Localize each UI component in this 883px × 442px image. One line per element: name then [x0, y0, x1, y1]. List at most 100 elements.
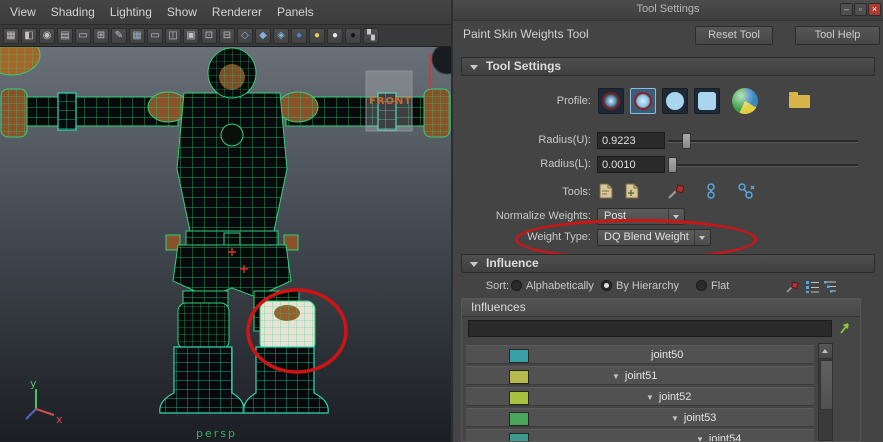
menu-shading[interactable]: Shading	[51, 5, 95, 19]
menu-lighting[interactable]: Lighting	[110, 5, 152, 19]
grease-pencil-icon[interactable]: ✎	[111, 27, 127, 44]
pan-zoom-icon[interactable]: ⊞	[93, 27, 109, 44]
menu-renderer[interactable]: Renderer	[212, 5, 262, 19]
radius-u-field[interactable]	[597, 132, 665, 149]
joint-row[interactable]: ▼ joint52	[466, 387, 814, 406]
brush-ring	[666, 92, 684, 110]
default-material-icon[interactable]: ●	[291, 27, 307, 44]
sort-alphabetically-label[interactable]: Alphabetically	[526, 278, 594, 294]
menu-view[interactable]: View	[10, 5, 36, 19]
chevron-down-icon[interactable]	[694, 230, 710, 245]
influence-section-header[interactable]: Influence	[461, 254, 875, 273]
joint-row[interactable]: joint50	[466, 345, 814, 364]
safe-action-icon[interactable]: ⊟	[219, 27, 235, 44]
resolution-gate-icon[interactable]: ◫	[165, 27, 181, 44]
bookmark-icon[interactable]: ▤	[57, 27, 73, 44]
brush-profile-solid-icon[interactable]	[662, 88, 688, 114]
expand-icon[interactable]: ▼	[696, 435, 704, 441]
copy-weights-icon[interactable]	[597, 182, 615, 203]
normalize-weights-row: Normalize Weights: Post	[453, 208, 883, 225]
reset-tool-button[interactable]: Reset Tool	[695, 26, 773, 45]
weight-hammer-brush-icon[interactable]	[666, 182, 688, 203]
radius-l-slider-handle[interactable]	[668, 157, 677, 173]
brush-ring	[602, 92, 620, 110]
brush-ring	[698, 92, 716, 110]
tools-row: Tools:	[453, 179, 883, 205]
scrollbar-thumb[interactable]	[820, 360, 833, 410]
sort-by-hierarchy-label[interactable]: By Hierarchy	[616, 278, 679, 294]
radius-u-row: Radius(U):	[453, 131, 883, 149]
close-button[interactable]: ×	[868, 3, 881, 16]
influences-scrollbar[interactable]	[818, 343, 833, 441]
tool-help-button[interactable]: Tool Help	[795, 26, 880, 45]
camera-select-icon[interactable]: ▦	[3, 27, 19, 44]
viewport-menubar: View Shading Lighting Show Renderer Pane…	[0, 0, 451, 25]
grid-icon[interactable]: ▦	[129, 27, 145, 44]
joint-color-swatch[interactable]	[509, 349, 529, 363]
influences-header[interactable]: Influences	[462, 299, 860, 317]
radius-l-field[interactable]	[597, 156, 665, 173]
expand-icon[interactable]: ▼	[612, 372, 620, 381]
radius-u-label: Radius(U):	[538, 134, 591, 146]
viewport-pane: View Shading Lighting Show Renderer Pane…	[0, 0, 451, 442]
lighting-sphere-icon[interactable]: ●	[309, 27, 325, 44]
show-influence-icon[interactable]	[736, 182, 756, 203]
maximize-button[interactable]: ▫	[854, 3, 867, 16]
tree-view-icon[interactable]	[823, 279, 838, 297]
radius-u-slider-track[interactable]	[668, 140, 858, 143]
sort-alphabetically-radio[interactable]	[511, 280, 522, 291]
joint-color-swatch[interactable]	[509, 391, 529, 405]
normalize-weights-label: Normalize Weights:	[495, 210, 591, 222]
joint-name: joint51	[624, 370, 658, 382]
image-plane-icon[interactable]: ▭	[75, 27, 91, 44]
gate-mask-icon[interactable]: ▣	[183, 27, 199, 44]
tool-settings-section-header[interactable]: Tool Settings	[461, 57, 875, 76]
scroll-up-button[interactable]	[819, 344, 832, 359]
influence-search-input[interactable]	[468, 320, 832, 337]
weight-type-dropdown[interactable]: DQ Blend Weight	[597, 229, 711, 246]
minimize-button[interactable]: –	[840, 3, 853, 16]
joint-color-swatch[interactable]	[509, 370, 529, 384]
black-sphere-icon[interactable]: ●	[345, 27, 361, 44]
textured-cube-icon[interactable]: ◈	[273, 27, 289, 44]
tool-name-heading: Paint Skin Weights Tool	[463, 27, 589, 41]
sort-flat-radio[interactable]	[696, 280, 707, 291]
radius-l-slider-track[interactable]	[668, 164, 858, 167]
chevron-down-icon[interactable]	[668, 209, 684, 224]
joint-row[interactable]: ▼ joint54	[466, 429, 814, 442]
normalize-weights-dropdown[interactable]: Post	[597, 208, 685, 225]
film-gate-icon[interactable]: ▭	[147, 27, 163, 44]
joint-name: joint54	[708, 433, 742, 442]
joint-color-swatch[interactable]	[509, 412, 529, 426]
paste-weights-icon[interactable]	[623, 182, 641, 203]
select-filter-arrow-icon[interactable]	[838, 321, 852, 338]
camera-attrs-icon[interactable]: ◉	[39, 27, 55, 44]
joint-row[interactable]: ▼ joint53	[466, 408, 814, 427]
field-chart-icon[interactable]: ⊡	[201, 27, 217, 44]
brush-profile-soft-icon[interactable]	[598, 88, 624, 114]
wireframe-cube-icon[interactable]: ◇	[237, 27, 253, 44]
sort-by-hierarchy-radio[interactable]	[601, 280, 612, 291]
paint-refresh-icon[interactable]	[785, 279, 800, 297]
camera-lock-icon[interactable]: ◧	[21, 27, 37, 44]
shaded-cube-icon[interactable]: ◆	[255, 27, 271, 44]
radius-l-row: Radius(L):	[453, 155, 883, 173]
menu-panels[interactable]: Panels	[277, 5, 314, 19]
sort-flat-label[interactable]: Flat	[711, 278, 729, 294]
brush-profile-medium-icon[interactable]	[630, 88, 656, 114]
white-sphere-icon[interactable]: ●	[327, 27, 343, 44]
color-ramp-sphere-icon[interactable]	[732, 88, 758, 114]
browse-profile-folder-icon[interactable]	[789, 92, 810, 108]
texture-checker-icon[interactable]: ▚	[363, 27, 379, 44]
radius-u-slider-handle[interactable]	[682, 133, 691, 149]
expand-icon[interactable]: ▼	[671, 414, 679, 423]
joint-row[interactable]: ▼ joint51	[466, 366, 814, 385]
brush-profile-square-icon[interactable]	[694, 88, 720, 114]
joint-color-swatch[interactable]	[509, 433, 529, 441]
panel-titlebar[interactable]: Tool Settings – ▫ ×	[453, 0, 883, 21]
menu-show[interactable]: Show	[167, 5, 197, 19]
expand-icon[interactable]: ▼	[646, 393, 654, 402]
move-influences-icon[interactable]	[703, 182, 719, 203]
viewport-canvas[interactable]: FRONT y x persp	[0, 47, 451, 442]
list-view-icon[interactable]	[805, 279, 820, 297]
